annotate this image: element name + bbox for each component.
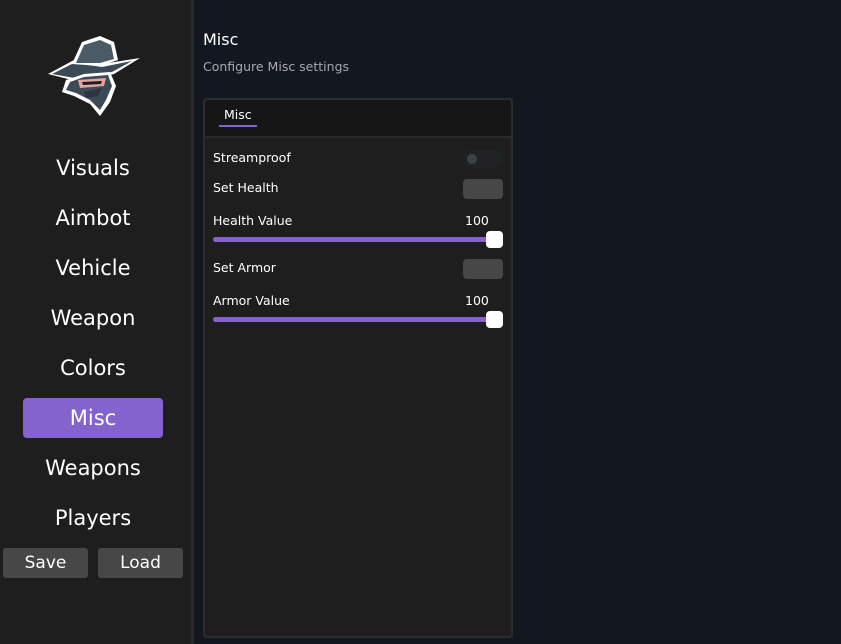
sidebar: Visuals Aimbot Vehicle Weapon Colors Mis… bbox=[0, 0, 191, 644]
panel-tab-bar: Misc bbox=[205, 100, 511, 138]
page-title: Misc bbox=[203, 30, 239, 49]
slider-fill bbox=[213, 237, 495, 242]
sidebar-item-colors[interactable]: Colors bbox=[23, 348, 163, 388]
armor-value-label: Armor Value bbox=[213, 293, 290, 308]
slider-thumb[interactable] bbox=[486, 231, 503, 248]
health-value-label: Health Value bbox=[213, 213, 293, 228]
sidebar-item-weapons[interactable]: Weapons bbox=[23, 448, 163, 488]
sidebar-item-aimbot[interactable]: Aimbot bbox=[23, 198, 163, 238]
armor-value-slider[interactable] bbox=[213, 311, 503, 329]
set-health-label: Set Health bbox=[213, 180, 279, 195]
sidebar-item-misc[interactable]: Misc bbox=[23, 398, 163, 438]
sidebar-item-vehicle[interactable]: Vehicle bbox=[23, 248, 163, 288]
settings-panel: Misc Streamproof Set Health Health Value… bbox=[203, 98, 513, 638]
toggle-knob bbox=[467, 154, 477, 164]
sidebar-item-weapon[interactable]: Weapon bbox=[23, 298, 163, 338]
slider-fill bbox=[213, 317, 495, 322]
load-button[interactable]: Load bbox=[98, 548, 183, 578]
page-subtitle: Configure Misc settings bbox=[203, 59, 350, 74]
set-health-checkbox[interactable] bbox=[463, 179, 503, 199]
streamproof-toggle[interactable] bbox=[463, 150, 503, 168]
tab-active-indicator bbox=[219, 125, 257, 127]
health-value-readout: 100 bbox=[465, 213, 489, 228]
slider-thumb[interactable] bbox=[486, 311, 503, 328]
set-armor-checkbox[interactable] bbox=[463, 259, 503, 279]
sidebar-item-players[interactable]: Players bbox=[23, 498, 163, 538]
hooded-ninja-logo bbox=[48, 36, 140, 116]
streamproof-label: Streamproof bbox=[213, 150, 291, 165]
armor-value-readout: 100 bbox=[465, 293, 489, 308]
save-button[interactable]: Save bbox=[3, 548, 88, 578]
set-armor-label: Set Armor bbox=[213, 260, 276, 275]
health-value-slider[interactable] bbox=[213, 231, 503, 249]
sidebar-item-visuals[interactable]: Visuals bbox=[23, 148, 163, 188]
sidebar-divider bbox=[191, 0, 194, 644]
